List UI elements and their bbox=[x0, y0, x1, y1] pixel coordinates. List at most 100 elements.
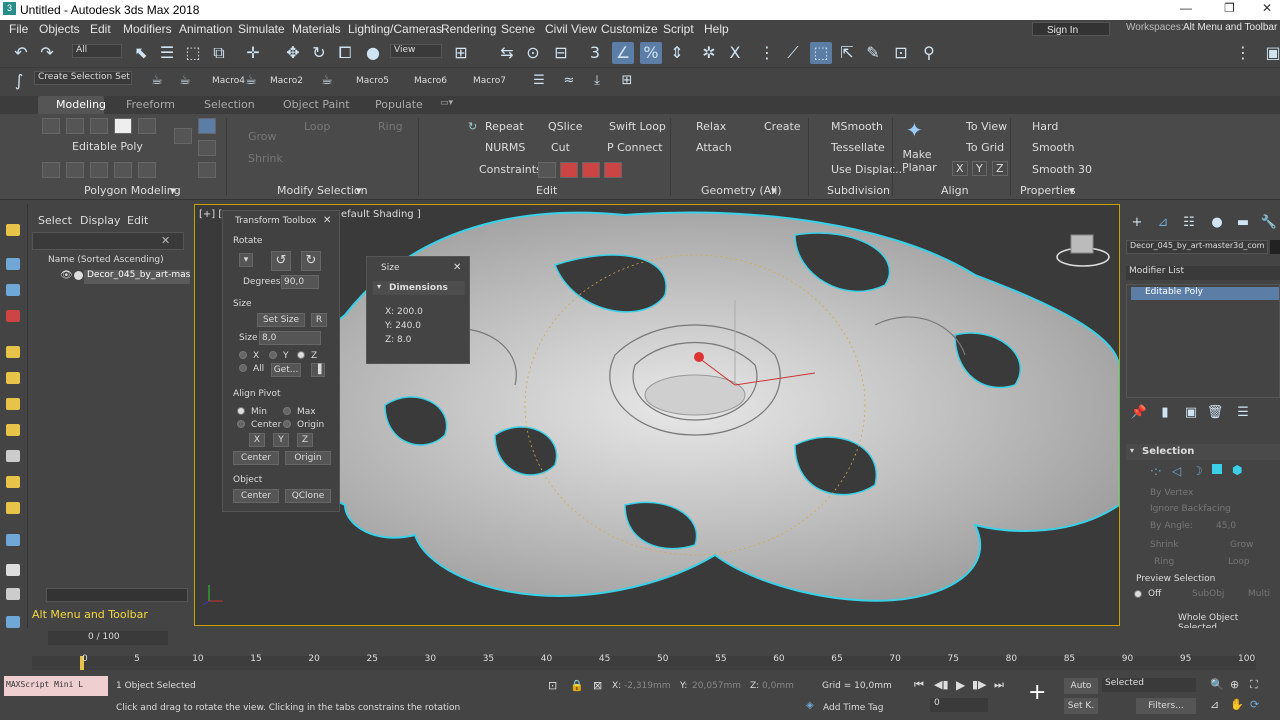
vertex-mode-icon[interactable] bbox=[42, 118, 60, 134]
goto-end-icon[interactable]: ⏭ bbox=[994, 678, 1004, 692]
grid-icon[interactable]: ⊞ bbox=[616, 70, 638, 92]
modifier-editable-poly[interactable]: Editable Poly bbox=[1131, 287, 1279, 300]
curve-editor-icon[interactable]: ✎ bbox=[862, 42, 884, 64]
edit-named-selection-icon[interactable]: ✲ bbox=[698, 42, 720, 64]
display-cameras-icon[interactable] bbox=[6, 424, 20, 436]
zoom-extents-icon[interactable]: ⛶ bbox=[1250, 678, 1258, 692]
current-frame-field[interactable]: 0 bbox=[930, 698, 988, 712]
constraint-edge[interactable] bbox=[560, 162, 578, 178]
tab-selection[interactable]: Selection bbox=[204, 98, 255, 111]
edge-select-icon[interactable]: ◁ bbox=[1172, 464, 1181, 478]
timeline-track[interactable]: 0 5 10 15 20 25 30 35 40 45 50 55 60 65 70 75 80 85 90 95 10… bbox=[32, 654, 1256, 670]
menu-objects[interactable]: Objects bbox=[39, 22, 80, 36]
teapot-render-icon[interactable]: ☕ bbox=[174, 70, 196, 92]
window-crossing-icon[interactable]: ⧉ bbox=[208, 42, 230, 64]
menu-edit[interactable]: Edit bbox=[90, 22, 111, 36]
grow-button[interactable]: Grow bbox=[248, 130, 277, 143]
layer-explorer-icon[interactable]: ⇱ bbox=[836, 42, 858, 64]
viewcube-icon[interactable] bbox=[1056, 234, 1110, 267]
size-all-radio[interactable] bbox=[239, 364, 247, 372]
display-lights-icon[interactable] bbox=[6, 398, 20, 410]
teapot-icon[interactable]: ☕ bbox=[146, 70, 168, 92]
show-end-result-icon[interactable] bbox=[198, 118, 216, 134]
material-editor-icon[interactable]: ⚲ bbox=[918, 42, 940, 64]
orbit-icon[interactable]: ⟳ bbox=[1250, 698, 1259, 711]
render-setup-icon[interactable]: ⋮ bbox=[1232, 42, 1254, 64]
tessellate-button[interactable]: Tessellate bbox=[831, 141, 885, 154]
shrink-cmd-button[interactable]: Shrink bbox=[1150, 540, 1179, 550]
smooth-button[interactable]: Smooth bbox=[1032, 141, 1074, 154]
use-displacement-button[interactable]: Use Displac... bbox=[831, 163, 906, 176]
object-color-swatch[interactable] bbox=[1270, 240, 1280, 254]
pivot-origin-button[interactable]: Origin bbox=[285, 451, 331, 465]
angle-snap-icon[interactable]: ∠ bbox=[612, 42, 634, 64]
edge-mode-icon[interactable] bbox=[66, 118, 84, 134]
auto-key-button[interactable]: Auto bbox=[1064, 678, 1098, 694]
scene-object-row[interactable]: Decor_045_by_art-master3 bbox=[84, 270, 190, 284]
fov-icon[interactable]: ⊿ bbox=[1210, 698, 1219, 711]
workspace-selector[interactable]: Alt Menu and Toolbar bbox=[1183, 22, 1277, 33]
time-tag-icon[interactable]: ◈ bbox=[806, 700, 814, 711]
scene-select-menu[interactable]: Select bbox=[38, 214, 72, 227]
qclone-button[interactable]: QClone bbox=[285, 489, 331, 503]
tab-freeform[interactable]: Freeform bbox=[126, 98, 175, 111]
motion-tab-icon[interactable]: ● bbox=[1206, 212, 1228, 234]
pivot-origin-radio[interactable] bbox=[283, 420, 291, 428]
zoom-icon[interactable]: 🔍 bbox=[1210, 678, 1224, 691]
selection-filter[interactable]: All bbox=[72, 44, 122, 58]
modifier-list-dropdown[interactable]: Modifier List bbox=[1126, 266, 1280, 280]
zoom-all-icon[interactable]: ⊕ bbox=[1230, 678, 1239, 691]
ignore-backfacing-checkbox[interactable]: Ignore Backfacing bbox=[1150, 504, 1231, 514]
size-z-radio[interactable] bbox=[297, 351, 305, 359]
macro5-icon[interactable]: ☕ bbox=[316, 70, 338, 92]
schematic-view-icon[interactable]: ⊡ bbox=[890, 42, 912, 64]
dimensions-rollout[interactable]: ▾ Dimensions bbox=[373, 281, 465, 295]
create-button[interactable]: Create bbox=[764, 120, 801, 133]
viewport-shading-label[interactable]: efault Shading ] bbox=[341, 209, 421, 220]
constraint-normal[interactable] bbox=[604, 162, 622, 178]
selection-rollout-header[interactable]: ▾ Selection bbox=[1126, 444, 1280, 460]
poly-tool-5[interactable] bbox=[138, 162, 156, 178]
repeat-button[interactable]: Repeat bbox=[485, 120, 524, 133]
scale-icon[interactable]: ⧠ bbox=[334, 42, 356, 64]
geometry-all-footer[interactable]: Geometry (All) bbox=[701, 184, 782, 197]
qslice-button[interactable]: QSlice bbox=[548, 120, 583, 133]
poly-tool-3[interactable] bbox=[90, 162, 108, 178]
object-light-icon[interactable] bbox=[74, 271, 83, 280]
wave-icon[interactable]: ≈ bbox=[558, 70, 580, 92]
align-x-button[interactable]: X bbox=[952, 161, 968, 176]
select-by-name-icon[interactable]: ☰ bbox=[156, 42, 178, 64]
clear-search-icon[interactable]: ✕ bbox=[161, 234, 170, 247]
key-filters-button[interactable]: Filters... bbox=[1136, 698, 1196, 714]
menu-help[interactable]: Help bbox=[704, 22, 729, 36]
get-size-button[interactable]: Get... bbox=[271, 363, 301, 377]
swift-loop-button[interactable]: Swift Loop bbox=[609, 120, 666, 133]
menu-rendering[interactable]: Rendering bbox=[441, 22, 496, 36]
display-geometry-icon[interactable] bbox=[6, 346, 20, 358]
z-coord-field[interactable]: 0,0mm bbox=[762, 681, 794, 691]
materials-icon[interactable] bbox=[6, 310, 20, 322]
remove-modifier-icon[interactable]: 🗑 bbox=[1204, 402, 1226, 424]
filter-funnel-icon[interactable] bbox=[6, 588, 20, 600]
lock-selection-icon[interactable]: 🔒 bbox=[570, 679, 584, 692]
minimize-icon[interactable]: — bbox=[1180, 1, 1192, 15]
maxscript-listener[interactable]: MAXScript Mini L bbox=[4, 676, 108, 696]
place-icon[interactable]: ● bbox=[362, 42, 384, 64]
preview-off-radio[interactable] bbox=[1134, 590, 1142, 598]
p-connect-button[interactable]: P Connect bbox=[607, 141, 663, 154]
rotate-icon[interactable]: ↻ bbox=[308, 42, 330, 64]
move-icon[interactable]: ✥ bbox=[282, 42, 304, 64]
menu-lighting-cameras[interactable]: Lighting/Cameras bbox=[348, 22, 442, 36]
tab-modeling[interactable]: Modeling bbox=[56, 98, 106, 111]
tab-populate[interactable]: Populate bbox=[375, 98, 423, 111]
macro2-button[interactable]: Macro2 bbox=[270, 76, 303, 86]
modify-tab-icon[interactable]: ⊿ bbox=[1152, 212, 1174, 234]
polygon-modeling-footer[interactable]: Polygon Modeling bbox=[84, 184, 181, 197]
add-time-tag-button[interactable]: Add Time Tag bbox=[823, 703, 883, 713]
poly-tool-1[interactable] bbox=[42, 162, 60, 178]
size-value-input[interactable]: 8,0 bbox=[259, 331, 321, 345]
create-selection-set-field[interactable]: Create Selection Set bbox=[34, 71, 132, 85]
time-slider[interactable]: 0 / 100 bbox=[48, 631, 168, 645]
rotate-ccw-icon[interactable]: ↺ bbox=[271, 251, 291, 271]
border-select-icon[interactable]: ☽ bbox=[1192, 464, 1203, 478]
